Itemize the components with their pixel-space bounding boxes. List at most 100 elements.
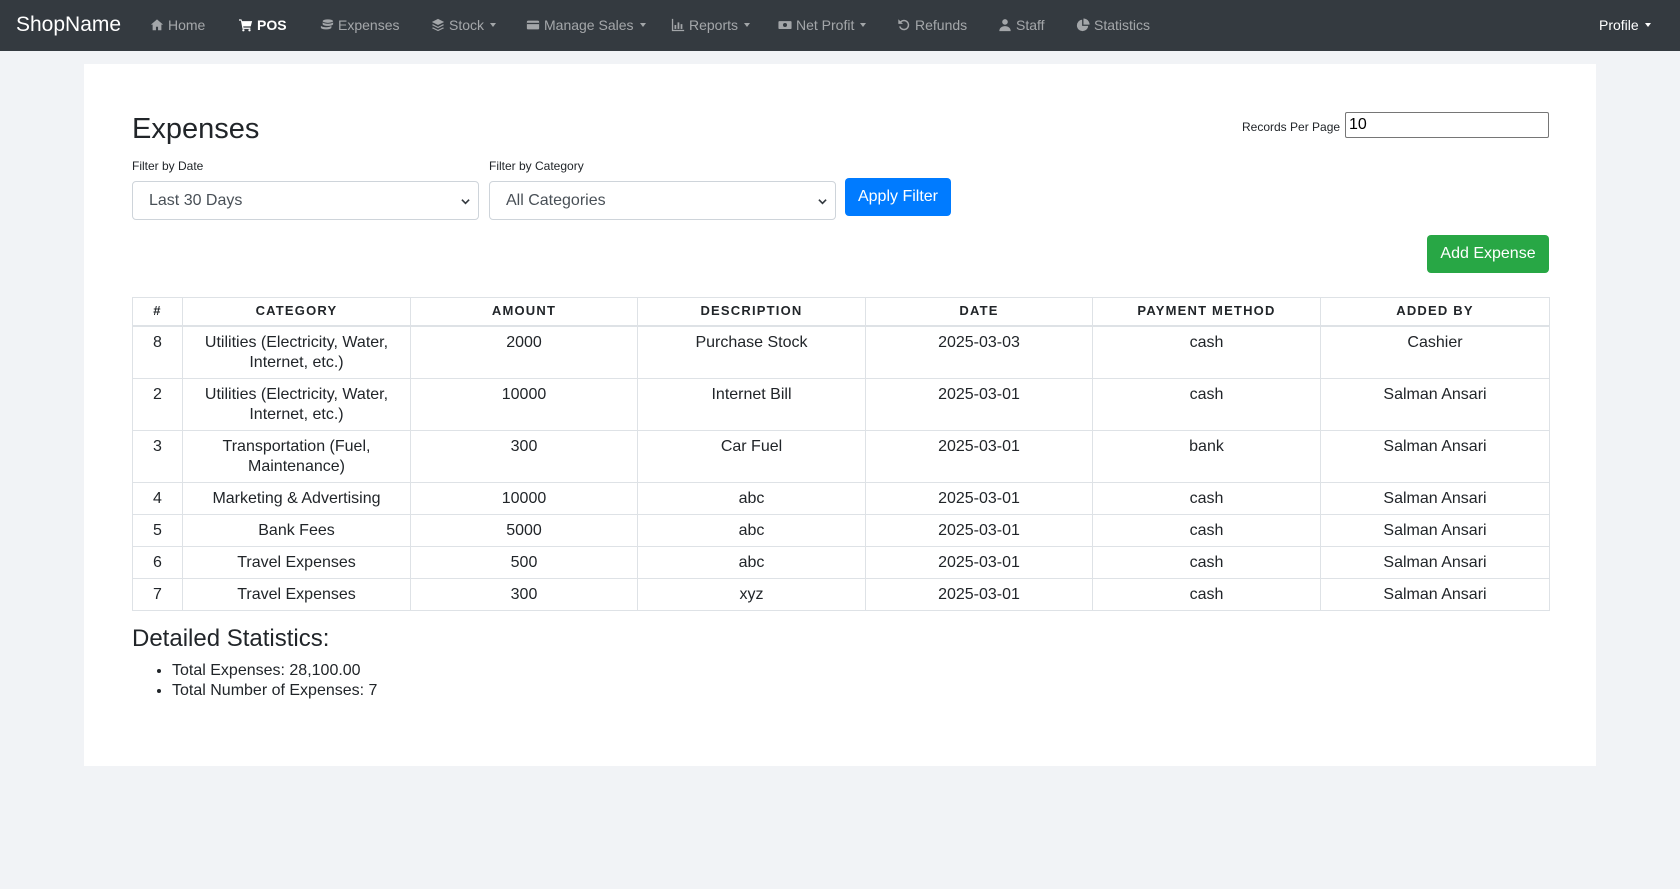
expenses-card: Expenses Records Per Page Filter by Date…: [84, 64, 1596, 766]
cell-description: abc: [637, 481, 866, 515]
cell-date: 2025-03-01: [865, 577, 1093, 611]
chevron-down-icon: [639, 23, 646, 27]
cell-description: xyz: [637, 577, 866, 611]
cell-payment-method: bank: [1092, 429, 1321, 483]
cell-description: Internet Bill: [637, 377, 866, 431]
cell-date: 2025-03-01: [865, 481, 1093, 515]
cart-icon: [239, 19, 253, 32]
cell-description: abc: [637, 545, 866, 579]
expenses-table: # CATEGORY AMOUNT DESCRIPTION DATE PAYME…: [132, 297, 1550, 611]
cell-amount: 5000: [410, 513, 638, 547]
chevron-down-icon: [1644, 23, 1651, 27]
cell-category: Bank Fees: [182, 513, 411, 547]
stats-list: Total Expenses: 28,100.00 Total Number o…: [172, 661, 377, 701]
top-navbar: ShopName Home POS Expenses Stock Manage …: [0, 0, 1680, 51]
nav-label: Net Profit: [796, 17, 855, 33]
cell-added-by: Salman Ansari: [1320, 481, 1550, 515]
cell-description: Car Fuel: [637, 429, 866, 483]
cell-added-by: Salman Ansari: [1320, 545, 1550, 579]
col-header-added-by: ADDED BY: [1320, 297, 1550, 327]
money-icon: [778, 21, 792, 29]
nav-label: Home: [168, 17, 206, 33]
user-icon: [999, 19, 1011, 32]
cell-payment-method: cash: [1092, 325, 1321, 379]
stats-title: Detailed Statistics:: [132, 625, 330, 652]
cell-category: Transportation (Fuel, Maintenance): [182, 429, 411, 483]
nav-label: Expenses: [338, 17, 400, 33]
cell-payment-method: cash: [1092, 513, 1321, 547]
apply-filter-button[interactable]: Apply Filter: [845, 178, 951, 216]
cell-category: Utilities (Electricity, Water, Internet,…: [182, 377, 411, 431]
cell-number: 2: [132, 377, 183, 431]
cell-date: 2025-03-03: [865, 325, 1093, 379]
col-header-category: CATEGORY: [182, 297, 411, 327]
cell-number: 7: [132, 577, 183, 611]
nav-staff[interactable]: Staff: [998, 16, 1045, 34]
cell-amount: 300: [410, 429, 638, 483]
cell-number: 6: [132, 545, 183, 579]
nav-label: Refunds: [915, 17, 968, 33]
cell-amount: 2000: [410, 325, 638, 379]
cell-payment-method: cash: [1092, 377, 1321, 431]
cell-payment-method: cash: [1092, 577, 1321, 611]
nav-home[interactable]: Home: [150, 16, 205, 34]
nav-label: POS: [257, 17, 287, 33]
nav-label: Reports: [689, 17, 739, 33]
nav-pos[interactable]: POS: [239, 16, 287, 34]
table-row: 8 Utilities (Electricity, Water, Interne…: [132, 325, 1550, 379]
cell-date: 2025-03-01: [865, 377, 1093, 431]
filter-category-value: All Categories: [506, 191, 606, 209]
col-header-date: DATE: [865, 297, 1093, 327]
nav-net-profit[interactable]: Net Profit: [778, 16, 867, 34]
chevron-down-icon: [860, 23, 867, 27]
nav-profile[interactable]: Profile: [1599, 16, 1651, 34]
cell-added-by: Salman Ansari: [1320, 513, 1550, 547]
filter-date-select[interactable]: Last 30 Days: [132, 181, 479, 220]
nav-reports[interactable]: Reports: [671, 16, 751, 34]
col-header-number: #: [132, 297, 183, 327]
table-row: 5 Bank Fees 5000 abc 2025-03-01 cash Sal…: [132, 513, 1550, 547]
table-row: 2 Utilities (Electricity, Water, Interne…: [132, 377, 1550, 431]
stat-total-count: Total Number of Expenses: 7: [172, 681, 377, 701]
page-title: Expenses: [132, 113, 260, 145]
col-header-payment-method: PAYMENT METHOD: [1092, 297, 1321, 327]
pie-icon: [1076, 18, 1090, 32]
nav-manage-sales[interactable]: Manage Sales: [526, 16, 646, 34]
cell-amount: 10000: [410, 481, 638, 515]
cell-added-by: Salman Ansari: [1320, 577, 1550, 611]
cell-added-by: Salman Ansari: [1320, 377, 1550, 431]
table-row: 7 Travel Expenses 300 xyz 2025-03-01 cas…: [132, 577, 1550, 611]
nav-expenses[interactable]: Expenses: [320, 16, 399, 34]
nav-label: Manage Sales: [544, 17, 634, 33]
filter-category-select[interactable]: All Categories: [489, 181, 836, 220]
nav-label: Statistics: [1094, 17, 1151, 33]
chevron-down-icon: [490, 23, 497, 27]
cell-number: 5: [132, 513, 183, 547]
cell-description: abc: [637, 513, 866, 547]
cell-category: Travel Expenses: [182, 577, 411, 611]
undo-icon: [898, 19, 910, 31]
records-per-page-input[interactable]: [1345, 112, 1549, 138]
filter-date-label: Filter by Date: [132, 159, 204, 173]
wallet-icon: [526, 20, 540, 30]
nav-stock[interactable]: Stock: [431, 16, 497, 34]
coins-icon: [320, 19, 334, 30]
layers-icon: [431, 18, 445, 32]
table-row: 3 Transportation (Fuel, Maintenance) 300…: [132, 429, 1550, 483]
chevron-down-icon: [744, 23, 751, 27]
nav-refunds[interactable]: Refunds: [897, 16, 967, 34]
cell-payment-method: cash: [1092, 545, 1321, 579]
cell-category: Travel Expenses: [182, 545, 411, 579]
cell-amount: 500: [410, 545, 638, 579]
chart-icon: [671, 18, 685, 32]
cell-added-by: Salman Ansari: [1320, 429, 1550, 483]
nav-statistics[interactable]: Statistics: [1076, 16, 1150, 34]
brand-logo[interactable]: ShopName: [16, 12, 121, 38]
cell-category: Utilities (Electricity, Water, Internet,…: [182, 325, 411, 379]
nav-label: Profile: [1599, 17, 1639, 33]
records-per-page-label: Records Per Page: [1242, 120, 1341, 134]
cell-number: 3: [132, 429, 183, 483]
add-expense-button[interactable]: Add Expense: [1427, 235, 1549, 273]
table-row: 4 Marketing & Advertising 10000 abc 2025…: [132, 481, 1550, 515]
table-header-row: # CATEGORY AMOUNT DESCRIPTION DATE PAYME…: [132, 297, 1550, 327]
